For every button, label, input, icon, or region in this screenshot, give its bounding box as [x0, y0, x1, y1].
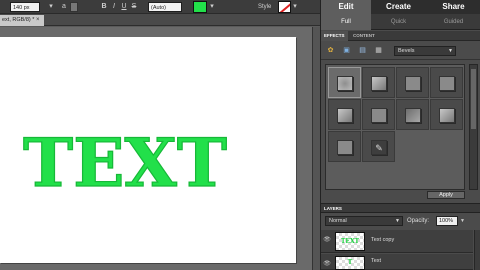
color-dropdown-icon[interactable]: ▾ [209, 2, 215, 12]
layers-scrollbar[interactable] [474, 230, 480, 270]
font-size-dropdown-icon[interactable]: ▾ [46, 2, 56, 12]
layers-panel-header: LAYERS [321, 203, 480, 213]
effect-thumbnail[interactable] [396, 67, 429, 98]
underline-icon[interactable]: U [120, 2, 128, 12]
effect-thumbnail[interactable] [328, 99, 361, 130]
tab-content[interactable]: CONTENT [350, 31, 378, 41]
opacity-label: Opacity: [407, 218, 430, 224]
document-tab[interactable]: ext, RGB/8) * × [0, 15, 44, 26]
layers-toolbar: Normal ▼ Opacity: 100% ▼ [321, 213, 480, 229]
bevel-preview [405, 108, 421, 123]
style-dropdown-icon[interactable]: ▾ [292, 2, 298, 12]
chevron-down-icon: ▼ [395, 218, 400, 224]
bevel-preview [337, 108, 353, 123]
edit-mode-bar: Full Quick Guided [321, 14, 480, 30]
opacity-field[interactable]: 100% [436, 216, 458, 226]
filters-icon[interactable]: ✿ [325, 46, 336, 56]
bevel-preview [337, 140, 353, 155]
opacity-dropdown-icon[interactable]: ▼ [460, 216, 465, 226]
effect-thumbnail[interactable]: ✎ [362, 131, 395, 162]
style-label: Style [258, 4, 272, 10]
apply-button[interactable]: Apply [427, 191, 465, 199]
bevel-preview [405, 76, 421, 91]
style-swatch[interactable] [278, 1, 291, 13]
bevel-preview [439, 76, 455, 91]
canvas-scrollbar[interactable] [312, 27, 320, 270]
tab-guided-edit[interactable]: Guided [426, 14, 480, 30]
layer-name: Text copy [371, 237, 395, 243]
tab-effects[interactable]: EFFECTS [321, 31, 348, 41]
show-all-icon[interactable]: ▦ [373, 46, 384, 56]
blend-mode-dropdown[interactable]: Normal ▼ [325, 216, 403, 226]
layer-row[interactable]: 👁 T Text [321, 254, 473, 270]
blend-mode-value: Normal [329, 218, 347, 224]
tab-full-edit[interactable]: Full [321, 14, 371, 30]
document-tab-row: ext, RGB/8) * × [0, 14, 320, 26]
canvas-text-layer[interactable]: TEXT [22, 130, 232, 210]
photo-effects-icon[interactable]: ▤ [357, 46, 368, 56]
document-tab-title: ext, RGB/8) * [2, 17, 35, 23]
layer-row[interactable]: 👁 TEXT Text copy [321, 230, 473, 253]
effects-panel-tabs: EFFECTS CONTENT [321, 31, 480, 41]
text-color-swatch[interactable] [193, 1, 207, 13]
layers-title: LAYERS [324, 206, 342, 211]
bevel-preview [439, 108, 455, 123]
tool-options-bar: 140 px ▾ a B I U S (Auto) ▾ Style ▾ [0, 0, 320, 14]
effects-scrollbar[interactable] [469, 64, 478, 190]
scrollbar-thumb[interactable] [471, 69, 476, 129]
bevel-preview [371, 108, 387, 123]
antialias-dropdown[interactable]: (Auto) [148, 2, 182, 12]
mode-bar: Edit Create Share [321, 0, 480, 14]
tab-quick-edit[interactable]: Quick [371, 14, 426, 30]
strikethrough-icon[interactable]: S [130, 2, 138, 12]
canvas-workspace: TEXT [0, 27, 320, 270]
tab-create[interactable]: Create [371, 0, 426, 14]
antialias-icon[interactable]: a [60, 2, 68, 12]
effect-category-dropdown[interactable]: Bevels ▼ [394, 46, 456, 56]
visibility-eye-icon[interactable]: 👁 [323, 260, 331, 268]
layer-styles-icon[interactable]: ▣ [341, 46, 352, 56]
italic-icon[interactable]: I [110, 2, 118, 12]
layer-thumbnail: TEXT [335, 232, 365, 251]
stamp-preview-icon: ✎ [371, 140, 387, 155]
right-panel: Edit Create Share Full Quick Guided EFFE… [320, 0, 480, 270]
effects-toolbar: ✿ ▣ ▤ ▦ Bevels ▼ [321, 42, 480, 60]
document-canvas[interactable]: TEXT [0, 37, 296, 263]
effect-thumbnail[interactable] [328, 131, 361, 162]
canvas-text: TEXT [23, 130, 227, 202]
effect-category-value: Bevels [398, 48, 415, 54]
tab-edit[interactable]: Edit [321, 0, 371, 14]
visibility-eye-icon[interactable]: 👁 [323, 236, 331, 244]
font-size-field[interactable]: 140 px [10, 2, 40, 12]
bold-icon[interactable]: B [100, 2, 108, 12]
layer-name: Text [371, 258, 382, 264]
layer-thumbnail: T [335, 256, 365, 270]
effect-thumbnail[interactable] [362, 99, 395, 130]
effects-grid: ✎ [325, 64, 465, 190]
tab-share[interactable]: Share [426, 0, 480, 14]
effect-thumbnail[interactable] [430, 99, 463, 130]
effect-thumbnail[interactable] [430, 67, 463, 98]
effect-thumbnail[interactable] [396, 99, 429, 130]
bevel-preview [337, 76, 353, 91]
effect-thumbnail[interactable] [362, 67, 395, 98]
bevel-preview [371, 76, 387, 91]
chevron-down-icon: ▼ [448, 48, 453, 54]
close-tab-icon[interactable]: × [36, 15, 40, 26]
effect-thumbnail[interactable] [328, 67, 361, 98]
leading-field[interactable] [70, 2, 78, 12]
